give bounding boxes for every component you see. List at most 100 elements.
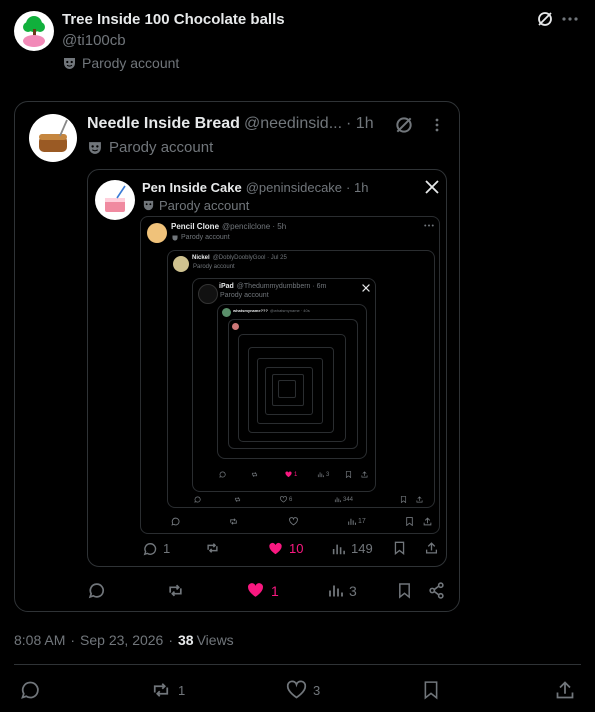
quote4-avatar[interactable] (173, 256, 189, 272)
quote1-parody-label: Parody account (109, 139, 214, 156)
quote3-name[interactable]: Pencil Clone (171, 222, 219, 231)
bookmark-button[interactable] (422, 680, 440, 700)
quote1-share-button[interactable] (428, 582, 445, 599)
quote4-share-button[interactable] (416, 496, 423, 503)
quote1-like-button[interactable]: 1 (246, 582, 279, 599)
quote5-like-button[interactable]: 1 (285, 471, 297, 478)
quote3-avatar[interactable] (147, 223, 167, 243)
quote2-avatar[interactable] (95, 180, 135, 220)
quote2-bookmark-button[interactable] (393, 541, 406, 555)
divider (14, 664, 581, 665)
quote5-retweet-button[interactable] (251, 471, 258, 478)
quoted-post-pen[interactable]: Pen Inside Cake @peninsidecake · 1h Paro… (87, 169, 447, 567)
quoted-post-ipad[interactable]: iPad @Thedummydumbbern · 6m Parody accou… (192, 278, 376, 492)
quote4-name[interactable]: Nickel (192, 255, 210, 261)
quote1-avatar[interactable] (29, 114, 77, 162)
quote2-share-button[interactable] (425, 541, 438, 555)
grok-icon[interactable] (535, 9, 555, 29)
quote1-retweet-button[interactable] (166, 582, 185, 599)
quote2-parody-label: Parody account (159, 198, 250, 213)
retweet-count: 1 (178, 682, 186, 698)
quote5-views-count: 3 (326, 471, 330, 478)
author-avatar[interactable] (14, 11, 54, 51)
quoted-post-pencil[interactable]: Pencil Clone @pencilclone · 5h Parody ac… (140, 216, 440, 534)
quote1-views[interactable]: 3 (327, 582, 357, 599)
quote3-handle[interactable]: @pencilclone · 5h (222, 222, 286, 231)
parody-mask-icon (172, 234, 178, 241)
nested-post-13 (278, 380, 296, 398)
quoted-post-nickel[interactable]: Nickel @DoblyDooblyGool · Jul 25 Parody … (167, 250, 435, 508)
quote1-time[interactable]: · 1h (346, 115, 374, 133)
quote1-bookmark-button[interactable] (397, 582, 412, 599)
post-views-count: 38 (178, 632, 194, 648)
post-meta: 8:08 AM · Sep 23, 2026 · 38 Views (14, 632, 234, 648)
grok-icon[interactable] (393, 114, 415, 136)
quote3-views-count: 17 (358, 518, 366, 525)
share-button[interactable] (555, 680, 575, 700)
post-date[interactable]: Sep 23, 2026 (80, 632, 163, 648)
nested-post-8 (238, 334, 346, 442)
quote6-avatar[interactable] (222, 308, 231, 317)
quote2-views-count: 149 (351, 541, 373, 556)
post-time[interactable]: 8:08 AM (14, 632, 65, 648)
more-icon[interactable] (423, 221, 435, 229)
quote3-share-button[interactable] (423, 517, 432, 526)
quote3-retweet-button[interactable] (229, 517, 238, 526)
quote2-retweet-button[interactable] (205, 541, 220, 555)
quoted-post-whatsmyname[interactable]: whatsmyname??? @whatsmyname · 40s (217, 304, 367, 459)
quote1-reply-button[interactable] (88, 582, 105, 599)
nested-post-7 (228, 319, 358, 449)
quote3-views[interactable]: 17 (347, 517, 366, 526)
quote1-handle[interactable]: @needinsid... (244, 115, 342, 133)
author-name[interactable]: Tree Inside 100 Chocolate balls (62, 11, 285, 28)
like-button[interactable]: 3 (286, 680, 320, 700)
quote5-reply-button[interactable] (219, 471, 226, 478)
quote5-share-button[interactable] (361, 471, 368, 478)
quote4-bookmark-button[interactable] (400, 496, 407, 503)
more-vertical-icon[interactable] (429, 114, 445, 136)
quote5-views[interactable]: 3 (317, 471, 329, 478)
x-logo-icon (424, 179, 440, 195)
quote4-like-count: 6 (289, 496, 293, 503)
quote1-name[interactable]: Needle Inside Bread (87, 115, 240, 133)
nested-post-9 (248, 347, 334, 433)
quote5-bookmark-button[interactable] (345, 471, 352, 478)
quote3-parody-label: Parody account (181, 234, 230, 241)
nested-post-11 (265, 367, 313, 415)
quote5-like-count: 1 (294, 471, 298, 478)
quote4-reply-button[interactable] (194, 496, 201, 503)
quote3-bookmark-button[interactable] (405, 517, 414, 526)
quote4-like-button[interactable]: 6 (280, 496, 292, 503)
quote3-like-button[interactable] (289, 517, 298, 526)
like-count: 3 (313, 682, 321, 698)
quote5-avatar[interactable] (198, 284, 218, 304)
quote2-name[interactable]: Pen Inside Cake (142, 180, 242, 195)
quote4-handle[interactable]: @DoblyDooblyGool · Jul 25 (213, 255, 287, 261)
quote2-reply-button[interactable]: 1 (143, 541, 170, 556)
nested-avatar (232, 323, 239, 330)
quote2-like-count: 10 (289, 541, 304, 556)
reply-button[interactable] (20, 680, 40, 700)
quote4-views[interactable]: 344 (334, 496, 353, 503)
quote5-name[interactable]: iPad (219, 283, 234, 290)
quote2-views[interactable]: 149 (331, 541, 373, 556)
author-handle[interactable]: @ti100cb (62, 32, 126, 49)
quote3-reply-button[interactable] (171, 517, 180, 526)
nested-post-12 (272, 374, 304, 406)
quote4-retweet-button[interactable] (234, 496, 241, 503)
quoted-post-needle[interactable]: Needle Inside Bread @needinsid... · 1h P… (14, 101, 460, 612)
quote5-handle[interactable]: @Thedummydumbbern · 6m (237, 283, 327, 290)
quote6-handle[interactable]: @whatsmyname · 40s (270, 308, 310, 313)
author-parody-label: Parody account (82, 55, 180, 71)
quote2-handle[interactable]: @peninsidecake (246, 180, 342, 195)
quote5-parody-label: Parody account (220, 292, 269, 299)
quote2-like-button[interactable]: 10 (268, 541, 303, 556)
quote6-name[interactable]: whatsmyname??? (233, 308, 268, 313)
meta-separator: · (70, 632, 76, 648)
quote1-views-count: 3 (349, 582, 357, 599)
post-views-label: Views (196, 632, 234, 648)
parody-mask-icon (88, 141, 102, 155)
retweet-button[interactable]: 1 (150, 680, 185, 700)
quote2-time[interactable]: · 1h (346, 180, 368, 195)
more-icon[interactable] (560, 9, 580, 29)
